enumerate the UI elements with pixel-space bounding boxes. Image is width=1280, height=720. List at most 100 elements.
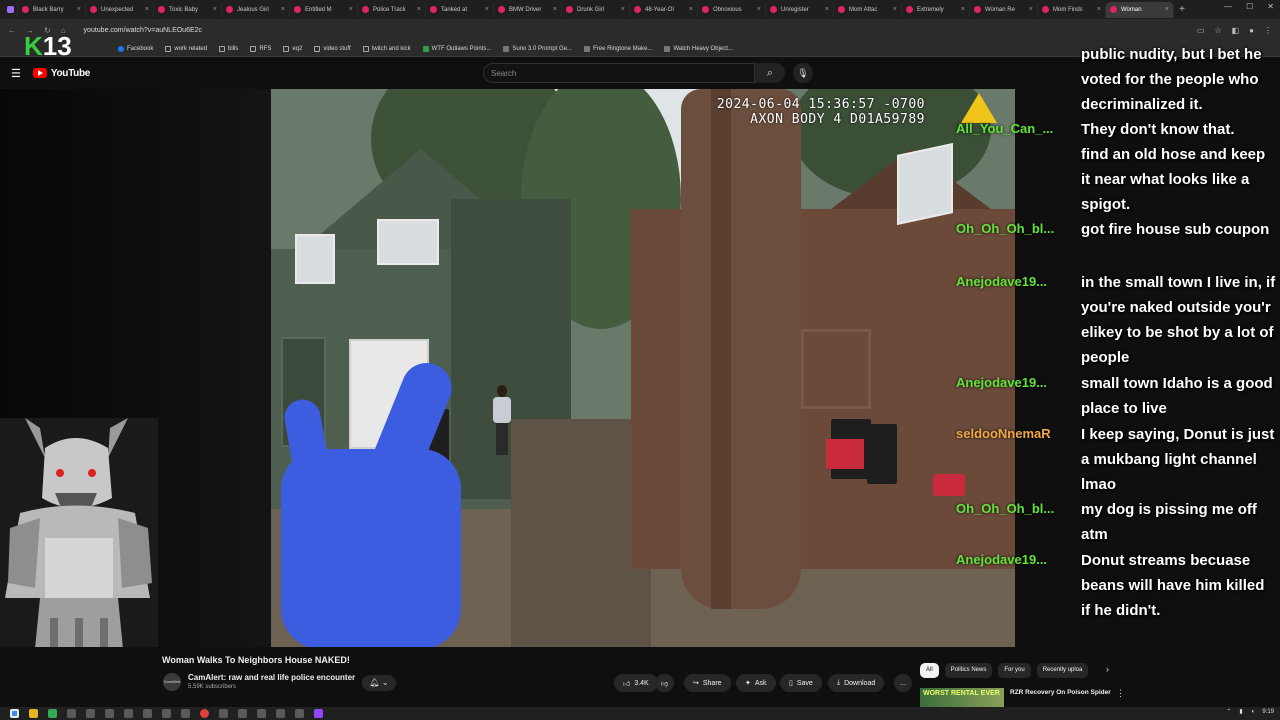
search-input[interactable]: Search [483, 63, 755, 83]
close-tab-icon[interactable]: × [893, 6, 897, 13]
close-tab-icon[interactable]: × [1097, 6, 1101, 13]
close-window-icon[interactable]: ✕ [1267, 2, 1274, 11]
dislike-button[interactable]: 👎︎ [655, 674, 675, 692]
close-tab-icon[interactable]: × [757, 6, 761, 13]
bookmark-item[interactable]: Facebook [118, 45, 153, 52]
volume-icon[interactable]: ◖ [1251, 709, 1255, 715]
bookmark-item[interactable]: video stuff [314, 45, 351, 52]
back-icon[interactable]: ← [8, 26, 16, 35]
filter-chip[interactable]: Recently uploa [1036, 663, 1089, 678]
close-tab-icon[interactable]: × [553, 6, 557, 13]
browser-tab[interactable]: Unregister × [766, 1, 834, 18]
browser-tab[interactable]: Woman × [1106, 1, 1174, 18]
maximize-icon[interactable]: ☐ [1246, 2, 1253, 11]
bookmark-item[interactable]: eq2 [283, 45, 302, 52]
close-tab-icon[interactable]: × [281, 6, 285, 13]
close-tab-icon[interactable]: × [485, 6, 489, 13]
bookmark-item[interactable]: Free Ringtone Make... [584, 45, 652, 52]
bookmark-item[interactable]: Suno 3.0 Prompt Ge... [503, 45, 572, 52]
app-icon[interactable] [181, 709, 190, 718]
download-button[interactable]: ⤓ Download [828, 674, 885, 692]
pinned-tab[interactable] [4, 1, 18, 18]
browser-tab[interactable]: Drunk Girl × [562, 1, 630, 18]
save-button[interactable]: ▯ Save [780, 674, 822, 692]
browser-tab[interactable]: Black Barry × [18, 1, 86, 18]
video-player[interactable]: 2024-06-04 15:36:57 -0700 AXON BODY 4 D0… [271, 89, 1015, 647]
bookmark-item[interactable]: twitch and kick [362, 45, 411, 52]
new-tab-button[interactable]: + [1174, 4, 1190, 15]
minimize-icon[interactable]: — [1224, 2, 1232, 11]
browser-tab[interactable]: BMW Driver × [494, 1, 562, 18]
browser-tab[interactable]: Obnoxious × [698, 1, 766, 18]
close-tab-icon[interactable]: × [145, 6, 149, 13]
browser-tab[interactable]: 48-Year-Ol × [630, 1, 698, 18]
voice-search-button[interactable]: 🎙 [793, 63, 813, 83]
bookmark-item[interactable]: RFS [250, 45, 271, 52]
kebab-menu-icon[interactable]: ⋮ [1116, 688, 1125, 699]
app-icon[interactable] [162, 709, 171, 718]
bookmark-item[interactable]: bills [219, 45, 238, 52]
browser-tab[interactable]: Extremely × [902, 1, 970, 18]
filter-chip[interactable]: For you [998, 663, 1031, 678]
app-icon[interactable] [219, 709, 228, 718]
hamburger-menu-icon[interactable]: ☰ [11, 67, 21, 80]
app-icon[interactable] [257, 709, 266, 718]
more-actions-button[interactable]: ... [894, 674, 912, 692]
filter-chip[interactable]: Politics News [944, 663, 993, 678]
menu-icon[interactable]: ⋮ [1264, 26, 1272, 35]
profile-icon[interactable]: ● [1249, 26, 1254, 35]
start-icon[interactable] [10, 709, 19, 718]
browser-tab[interactable]: Mom Attac × [834, 1, 902, 18]
app-icon[interactable] [238, 709, 247, 718]
chevron-right-icon[interactable]: › [1106, 664, 1109, 674]
browser-tab[interactable]: Police Track × [358, 1, 426, 18]
browser-tab[interactable]: Tanked at × [426, 1, 494, 18]
channel-name[interactable]: CamAlert: raw and real life police encou… [188, 673, 355, 682]
like-button[interactable]: 👍︎ 3.4K [614, 674, 658, 692]
app-icon[interactable] [86, 709, 95, 718]
app-icon[interactable] [124, 709, 133, 718]
close-tab-icon[interactable]: × [77, 6, 81, 13]
subscribed-bell-button[interactable]: 🔔︎ ⌄ [362, 675, 396, 691]
browser-tab[interactable]: Mom Finds × [1038, 1, 1106, 18]
browser-tab[interactable]: Unexpected × [86, 1, 154, 18]
channel-avatar[interactable]: CamAlert [163, 673, 181, 691]
url-field[interactable]: youtube.com/watch?v=auNLEOu6E2c [84, 27, 203, 34]
clock[interactable]: 9:19 [1262, 709, 1274, 715]
app-icon[interactable] [143, 709, 152, 718]
browser-tab[interactable]: Jealous Girl × [222, 1, 290, 18]
bookmark-item[interactable]: WTF Outlaws Points... [422, 45, 491, 52]
filter-chip[interactable]: All [920, 663, 939, 678]
extensions-icon[interactable]: ◧ [1232, 26, 1240, 35]
search-button[interactable]: ⌕ [755, 63, 785, 83]
browser-tab[interactable]: Entitled M × [290, 1, 358, 18]
app-icon[interactable] [295, 709, 304, 718]
browser-tab[interactable]: Woman Re × [970, 1, 1038, 18]
close-tab-icon[interactable]: × [961, 6, 965, 13]
browser-tab[interactable]: Toxic Baby × [154, 1, 222, 18]
app-icon[interactable] [105, 709, 114, 718]
cast-icon[interactable]: ▭ [1197, 26, 1205, 35]
close-tab-icon[interactable]: × [689, 6, 693, 13]
close-tab-icon[interactable]: × [417, 6, 421, 13]
twitch-icon[interactable] [314, 709, 323, 718]
close-tab-icon[interactable]: × [213, 6, 217, 13]
chrome-icon[interactable] [200, 709, 209, 718]
app-icon[interactable] [48, 709, 57, 718]
bookmark-item[interactable]: Watch Heavy Object... [664, 45, 733, 52]
close-tab-icon[interactable]: × [1165, 6, 1169, 13]
tray-chevron-icon[interactable]: ⌃ [1226, 708, 1231, 715]
file-explorer-icon[interactable] [29, 709, 38, 718]
close-tab-icon[interactable]: × [621, 6, 625, 13]
app-icon[interactable] [276, 709, 285, 718]
recommendation-title[interactable]: RZR Recovery On Poison Spider [1010, 689, 1111, 696]
close-tab-icon[interactable]: × [1029, 6, 1033, 13]
network-icon[interactable]: ▮ [1239, 708, 1242, 715]
close-tab-icon[interactable]: × [825, 6, 829, 13]
recommendation-thumbnail[interactable]: WORST RENTAL EVER [920, 688, 1004, 707]
share-button[interactable]: ↪ Share [684, 674, 731, 692]
ask-button[interactable]: ✦ Ask [736, 674, 776, 692]
bookmark-star-icon[interactable]: ☆ [1214, 26, 1221, 35]
close-tab-icon[interactable]: × [349, 6, 353, 13]
app-icon[interactable] [67, 709, 76, 718]
